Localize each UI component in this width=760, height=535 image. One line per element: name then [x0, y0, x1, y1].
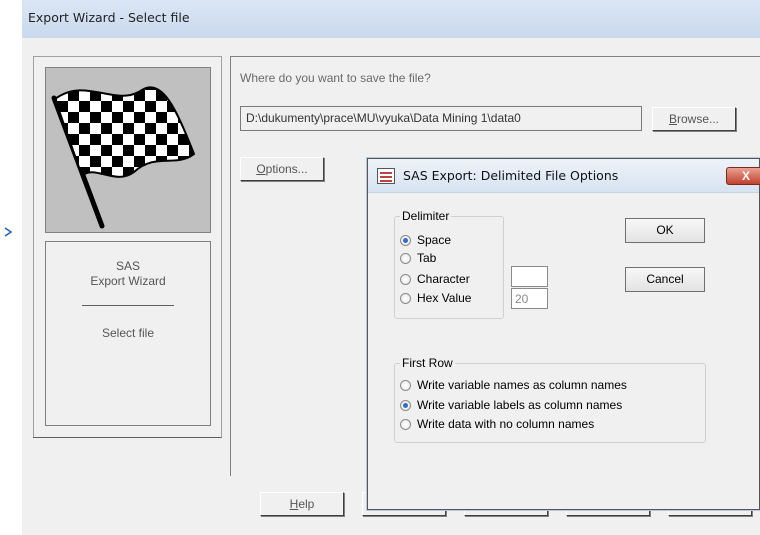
first-row-option-variable-names[interactable]: Write variable names as column names: [400, 378, 627, 392]
first-row-group-label: First Row: [400, 356, 455, 370]
hex-value-input[interactable]: 20: [511, 288, 548, 309]
delimited-file-options-dialog: SAS Export: Delimited File Options X Del…: [367, 158, 760, 510]
delimiter-option-tab[interactable]: Tab: [400, 251, 436, 265]
pointer-arrow-icon: [4, 227, 13, 237]
dialog-titlebar[interactable]: SAS Export: Delimited File Options X: [368, 159, 760, 193]
first-row-option-no-column-names[interactable]: Write data with no column names: [400, 417, 594, 431]
info-divider: [82, 305, 174, 306]
radio-icon: [400, 292, 411, 304]
radio-icon: [400, 379, 411, 391]
radio-icon: [400, 252, 411, 264]
wizard-image: [45, 67, 211, 233]
radio-selected-icon: [400, 399, 411, 411]
close-button[interactable]: X: [726, 167, 760, 185]
character-delimiter-input[interactable]: [511, 266, 548, 287]
sas-table-icon: [377, 168, 395, 184]
wizard-info-box: SAS Export Wizard Select file: [45, 241, 211, 426]
radio-icon: [400, 418, 411, 430]
help-button[interactable]: Help: [260, 492, 344, 516]
delimiter-option-space[interactable]: Space: [400, 233, 451, 247]
radio-selected-icon: [400, 234, 411, 246]
save-location-prompt: Where do you want to save the file?: [240, 71, 431, 85]
file-path-input[interactable]: D:\dukumenty\prace\MU\vyuka\Data Mining …: [240, 106, 642, 131]
wizard-current-step: Select file: [101, 326, 155, 340]
dialog-title: SAS Export: Delimited File Options: [403, 168, 619, 183]
radio-icon: [400, 273, 411, 285]
browse-button[interactable]: Browse...: [652, 107, 736, 131]
delimiter-option-hex-value[interactable]: Hex Value: [400, 291, 471, 305]
checkered-flag-icon: [51, 86, 196, 229]
cancel-button[interactable]: Cancel: [625, 267, 705, 292]
window-titlebar[interactable]: Export Wizard - Select file: [22, 0, 760, 38]
close-icon: X: [741, 169, 750, 183]
ok-button[interactable]: OK: [625, 218, 705, 243]
first-row-option-variable-labels[interactable]: Write variable labels as column names: [400, 398, 622, 412]
delimiter-option-character[interactable]: Character: [400, 272, 470, 286]
delimiter-group-label: Delimiter: [400, 209, 452, 223]
wizard-name: Export Wizard: [90, 274, 166, 288]
options-button[interactable]: Options...: [240, 157, 324, 181]
wizard-product-name: SAS: [115, 259, 140, 273]
window-title: Export Wizard - Select file: [28, 10, 190, 25]
